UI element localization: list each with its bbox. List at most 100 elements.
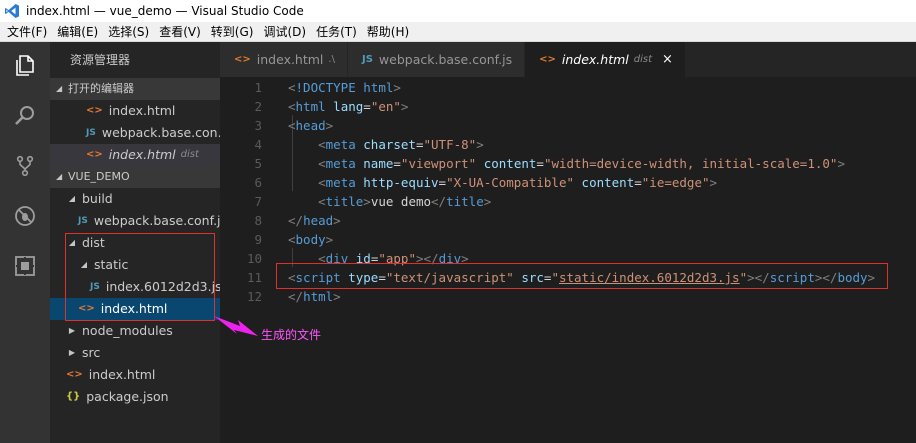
tree-item[interactable]: JS webpack.base.conf.js (50, 210, 220, 232)
search-icon[interactable] (0, 94, 50, 138)
editor-tab[interactable]: <> index.html .\ (220, 42, 348, 77)
vscode-logo-icon (5, 4, 19, 18)
code-token: < (318, 194, 326, 209)
open-editors-section[interactable]: ◢ 打开的编辑器 (50, 78, 220, 100)
code-token: title (325, 194, 364, 209)
tree-item[interactable]: {} package.json (50, 386, 220, 408)
code-token: meta (325, 137, 356, 152)
code-token: < (288, 232, 296, 247)
code-line: 4 <meta charset="UTF-8"> (220, 135, 916, 154)
collapsed-arrow-icon[interactable]: ▶ (66, 342, 78, 364)
tree-item-name: src (82, 345, 101, 360)
editor-tab[interactable]: <> index.html dist × (525, 42, 686, 77)
line-number: 5 (254, 156, 262, 171)
open-editors-list: <> index.html JS webpack.base.con... <> index… (50, 100, 220, 166)
open-editor-item[interactable]: <> index.html (50, 100, 220, 122)
js-file-icon: JS (361, 54, 373, 65)
code-token: = (634, 175, 642, 190)
tree-item-name: webpack.base.conf.js (93, 213, 220, 228)
js-file-icon: JS (86, 128, 96, 138)
tree-item[interactable]: ▶ src (50, 342, 220, 364)
code-token: < (318, 156, 326, 171)
code-token: > (483, 194, 492, 209)
line-number: 4 (254, 137, 262, 152)
collapsed-arrow-icon[interactable]: ▶ (66, 320, 78, 342)
tree-item[interactable]: ▶ node_modules (50, 320, 220, 342)
open-editor-name: index.html (108, 147, 176, 162)
tree-item[interactable]: <> index.html (50, 364, 220, 386)
debug-icon[interactable] (0, 194, 50, 238)
open-editors-label: 打开的编辑器 (68, 82, 134, 95)
code-token: title (446, 194, 484, 209)
title-bar: index.html — vue_demo — Visual Studio Co… (0, 0, 916, 22)
tab-label: webpack.base.conf.js (378, 52, 513, 67)
html-file-icon: <> (86, 149, 103, 160)
source-control-icon[interactable] (0, 144, 50, 188)
menu-item[interactable]: 转到(G) (206, 23, 259, 40)
line-number: 3 (254, 118, 262, 133)
code-text: <meta name="viewport" content="width=dev… (288, 154, 845, 173)
tab-path: .\ (328, 54, 335, 65)
code-line: 6 <meta http-equiv="X-UA-Compatible" con… (220, 173, 916, 192)
code-token: </ (288, 213, 304, 228)
tab-path: dist (633, 54, 653, 65)
html-file-icon: <> (86, 105, 103, 116)
tree-item-name: build (82, 191, 113, 206)
explorer-icon[interactable] (0, 44, 50, 88)
code-line: 2 <html lang="en"> (220, 97, 916, 116)
code-token: meta (325, 156, 356, 171)
code-token: < (288, 118, 296, 133)
code-token: = (363, 99, 371, 114)
code-text: </head> (288, 211, 341, 230)
open-editor-item[interactable]: <> index.html dist (50, 144, 220, 166)
menu-item[interactable]: 选择(S) (103, 23, 154, 40)
expanded-arrow-icon[interactable]: ◢ (66, 188, 78, 210)
tree-item[interactable]: ◢ build (50, 188, 220, 210)
tree-item-name: node_modules (82, 323, 173, 338)
code-token: < (288, 99, 296, 114)
code-token: head (295, 118, 326, 133)
code-token: > (333, 289, 341, 304)
code-text: <body> (288, 230, 333, 249)
code-token: "ie=edge" (641, 175, 710, 190)
code-token: > (363, 194, 371, 209)
menu-item[interactable]: 帮助(H) (362, 23, 414, 40)
code-token: name (363, 156, 394, 171)
code-line: 7 <title>vue demo</title> (220, 192, 916, 211)
code-token: meta (325, 175, 356, 190)
menu-item[interactable]: 编辑(E) (52, 23, 103, 40)
code-token: vue demo (370, 194, 432, 209)
menu-item[interactable]: 调试(D) (258, 23, 311, 40)
project-section[interactable]: ◢ VUE_DEMO (50, 166, 220, 188)
code-token: > (325, 118, 334, 133)
code-line: 3 <head> (220, 116, 916, 135)
code-token: html (303, 289, 334, 304)
tab-label: index.html (561, 52, 629, 67)
code-editor[interactable]: 1 <!DOCTYPE html> 2 <html lang="en"> 3 <head>… (220, 77, 916, 443)
code-text: <head> (288, 116, 333, 135)
open-editor-item[interactable]: JS webpack.base.con... (50, 122, 220, 144)
line-number: 1 (254, 80, 262, 95)
code-token: > (709, 175, 718, 190)
code-line: 5 <meta name="viewport" content="width=d… (220, 154, 916, 173)
html-file-icon: <> (539, 54, 556, 65)
menu-item[interactable]: 文件(F) (2, 23, 52, 40)
menu-item[interactable]: 任务(T) (311, 23, 362, 40)
html-file-icon: <> (66, 369, 83, 380)
code-line: 8 </head> (220, 211, 916, 230)
activity-bar (0, 42, 50, 443)
editor-tab[interactable]: JS webpack.base.conf.js (347, 42, 526, 77)
code-text: </html> (288, 287, 341, 306)
code-line: 1 <!DOCTYPE html> (220, 78, 916, 97)
code-token: html (295, 99, 326, 114)
code-token: = (438, 175, 447, 190)
code-text: <meta charset="UTF-8"> (288, 135, 484, 154)
js-file-icon: JS (78, 216, 88, 226)
code-token: html (363, 80, 394, 95)
extensions-icon[interactable] (0, 244, 50, 288)
menu-item[interactable]: 查看(V) (154, 23, 206, 40)
close-icon[interactable]: × (662, 52, 673, 67)
tab-label: index.html (256, 52, 324, 67)
